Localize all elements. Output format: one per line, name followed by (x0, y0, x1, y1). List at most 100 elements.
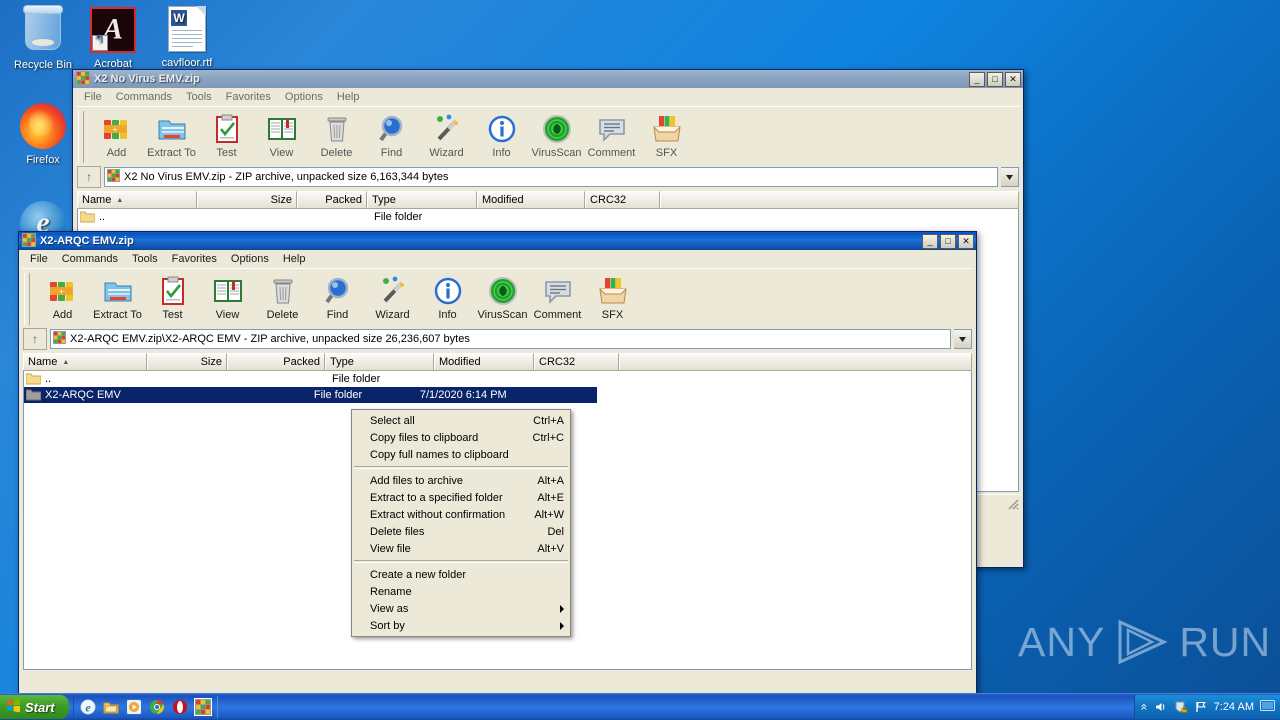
toolbar-view-button[interactable]: View (254, 111, 309, 159)
opera-icon[interactable] (172, 699, 188, 715)
menu-item-delete-files[interactable]: Delete files Del (352, 523, 570, 540)
toolbar-virusscan-button[interactable]: VirusScan (475, 273, 530, 321)
column-header-modified[interactable]: Modified (477, 191, 585, 208)
winrar-taskbar-icon[interactable] (193, 698, 212, 716)
table-row[interactable]: .. File folder (24, 371, 971, 387)
chrome-icon[interactable] (149, 699, 165, 715)
toolbar-find-button[interactable]: Find (310, 273, 365, 321)
menu-item-rename[interactable]: Rename (352, 583, 570, 600)
menu-options[interactable]: Options (279, 90, 329, 104)
toolbar-find-button[interactable]: Find (364, 111, 419, 159)
menu-favorites[interactable]: Favorites (220, 90, 277, 104)
show-desktop-icon[interactable] (103, 699, 119, 715)
minimize-button[interactable]: _ (922, 233, 938, 249)
toolbar-front[interactable]: + Add Extract To Test View Delete Find W… (22, 268, 973, 327)
toolbar-test-button[interactable]: Test (145, 273, 200, 321)
path-dropdown-button[interactable] (1001, 167, 1019, 187)
pathbar-front[interactable]: ↑ X2-ARQC EMV.zip\X2-ARQC EMV - ZIP arch… (23, 328, 972, 350)
toolbar-wizard-button[interactable]: Wizard (419, 111, 474, 159)
menu-item-add-files-to-archive[interactable]: Add files to archive Alt+A (352, 472, 570, 489)
toolbar-info-button[interactable]: Info (420, 273, 475, 321)
toolbar-back[interactable]: + Add Extract To Test View Delete Find W… (76, 106, 1020, 165)
table-row[interactable]: .. File folder (78, 209, 1018, 225)
menu-item-copy-full-names-to-clipboard[interactable]: Copy full names to clipboard (352, 446, 570, 463)
quick-launch-bar[interactable]: e (72, 696, 218, 718)
column-header-packed[interactable]: Packed (297, 191, 367, 208)
toolbar-delete-button[interactable]: Delete (309, 111, 364, 159)
menu-help[interactable]: Help (331, 90, 366, 104)
clock-time[interactable]: 7:24 AM (1214, 701, 1254, 713)
titlebar-front[interactable]: X2-ARQC EMV.zip _ □ ✕ (19, 232, 976, 250)
up-one-level-button[interactable]: ↑ (23, 328, 47, 350)
column-header-packed[interactable]: Packed (227, 353, 325, 370)
desktop-icon-recycle-bin[interactable]: Recycle Bin (6, 4, 80, 71)
taskbar[interactable]: Start e « 7:24 AM (0, 693, 1280, 720)
menu-commands[interactable]: Commands (110, 90, 178, 104)
toolbar-sfx-button[interactable]: SFX (639, 111, 694, 159)
menu-favorites[interactable]: Favorites (166, 252, 223, 266)
menu-item-sort-by[interactable]: Sort by (352, 617, 570, 634)
toolbar-comment-button[interactable]: Comment (584, 111, 639, 159)
display-icon[interactable] (1260, 700, 1275, 714)
toolbar-comment-button[interactable]: Comment (530, 273, 585, 321)
toolbar-grip[interactable] (24, 273, 30, 325)
network-flag-icon[interactable] (1194, 700, 1208, 714)
security-alert-icon[interactable] (1174, 700, 1188, 714)
system-tray[interactable]: « 7:24 AM (1133, 695, 1280, 719)
toolbar-wizard-button[interactable]: Wizard (365, 273, 420, 321)
menu-tools[interactable]: Tools (180, 90, 218, 104)
menu-file[interactable]: File (78, 90, 108, 104)
pathbar-back[interactable]: ↑ X2 No Virus EMV.zip - ZIP archive, unp… (77, 166, 1019, 188)
menubar-front[interactable]: File Commands Tools Favorites Options He… (19, 250, 976, 267)
close-button[interactable]: ✕ (958, 233, 974, 249)
column-header-modified[interactable]: Modified (434, 353, 534, 370)
internet-explorer-icon[interactable]: e (80, 699, 96, 715)
menu-item-view-file[interactable]: View file Alt+V (352, 540, 570, 557)
maximize-button[interactable]: □ (940, 233, 956, 249)
toolbar-sfx-button[interactable]: SFX (585, 273, 640, 321)
desktop-icon-firefox[interactable]: Firefox (6, 102, 80, 166)
column-header-size[interactable]: Size (197, 191, 297, 208)
up-one-level-button[interactable]: ↑ (77, 166, 101, 188)
toolbar-test-button[interactable]: Test (199, 111, 254, 159)
column-header-crc32[interactable]: CRC32 (534, 353, 619, 370)
menu-item-copy-files-to-clipboard[interactable]: Copy files to clipboard Ctrl+C (352, 429, 570, 446)
tray-expand-button[interactable]: « (1137, 704, 1151, 711)
desktop-icon-acrobat[interactable]: A Acrobat (76, 4, 150, 70)
table-row[interactable]: X2-ARQC EMV File folder 7/1/2020 6:14 PM (24, 387, 597, 403)
resize-grip[interactable] (1006, 497, 1020, 511)
column-headers-front[interactable]: Name ▲ Size Packed Type Modified CRC32 (23, 353, 972, 371)
column-header-name[interactable]: Name ▲ (23, 353, 147, 370)
path-dropdown-button[interactable] (954, 329, 972, 349)
start-button[interactable]: Start (0, 695, 69, 719)
menu-item-create-a-new-folder[interactable]: Create a new folder (352, 566, 570, 583)
column-header-type[interactable]: Type (367, 191, 477, 208)
toolbar-grip[interactable] (78, 111, 84, 163)
toolbar-view-button[interactable]: View (200, 273, 255, 321)
toolbar-extract-to-button[interactable]: Extract To (90, 273, 145, 321)
menu-file[interactable]: File (24, 252, 54, 266)
desktop-icon-cavfloor-rtf[interactable]: W cavfloor.rtf (150, 4, 224, 69)
toolbar-add-button[interactable]: + Add (35, 273, 90, 321)
column-headers-back[interactable]: Name ▲ Size Packed Type Modified CRC32 (77, 191, 1019, 209)
volume-icon[interactable] (1154, 700, 1168, 714)
toolbar-delete-button[interactable]: Delete (255, 273, 310, 321)
column-header-size[interactable]: Size (147, 353, 227, 370)
titlebar-back[interactable]: X2 No Virus EMV.zip _ □ ✕ (73, 70, 1023, 88)
toolbar-extract-to-button[interactable]: Extract To (144, 111, 199, 159)
close-button[interactable]: ✕ (1005, 71, 1021, 87)
column-header-name[interactable]: Name ▲ (77, 191, 197, 208)
file-context-menu[interactable]: Select all Ctrl+A Copy files to clipboar… (351, 409, 571, 637)
column-header-type[interactable]: Type (325, 353, 434, 370)
toolbar-virusscan-button[interactable]: VirusScan (529, 111, 584, 159)
menu-item-view-as[interactable]: View as (352, 600, 570, 617)
menu-help[interactable]: Help (277, 252, 312, 266)
menu-item-extract-without-confirmation[interactable]: Extract without confirmation Alt+W (352, 506, 570, 523)
toolbar-info-button[interactable]: Info (474, 111, 529, 159)
media-player-icon[interactable] (125, 699, 142, 715)
menu-commands[interactable]: Commands (56, 252, 124, 266)
menu-item-extract-to-specified-folder[interactable]: Extract to a specified folder Alt+E (352, 489, 570, 506)
menubar-back[interactable]: File Commands Tools Favorites Options He… (73, 88, 1023, 105)
archive-path-field[interactable]: X2 No Virus EMV.zip - ZIP archive, unpac… (104, 167, 998, 187)
maximize-button[interactable]: □ (987, 71, 1003, 87)
